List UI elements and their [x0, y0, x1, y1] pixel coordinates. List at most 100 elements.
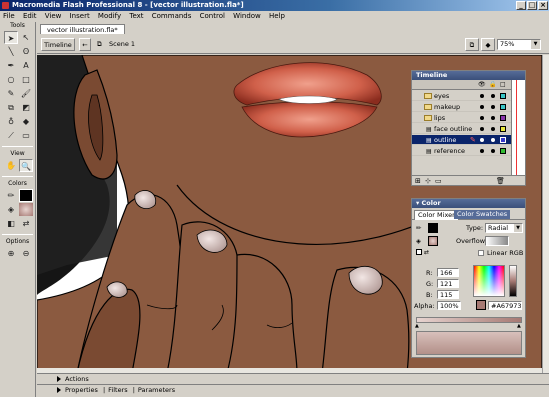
lock-icon[interactable]: 🔒: [489, 81, 496, 88]
playhead[interactable]: [516, 80, 517, 176]
layer-color-box[interactable]: [500, 126, 506, 132]
layer-row[interactable]: ▤ reference: [412, 146, 525, 156]
menu-view[interactable]: View: [42, 11, 65, 21]
lasso-tool-icon[interactable]: ʘ: [19, 45, 33, 58]
lock-dot[interactable]: [491, 138, 495, 142]
subselection-tool-icon[interactable]: ↖: [19, 31, 33, 44]
document-tab[interactable]: vector illustration.fla*: [40, 24, 125, 34]
swap-colors-icon[interactable]: ⇄: [19, 217, 33, 230]
zoom-in-icon[interactable]: ⊕: [4, 247, 18, 260]
selection-tool-icon[interactable]: ➤: [4, 31, 18, 44]
lock-dot[interactable]: [491, 116, 495, 120]
edit-scene-icon[interactable]: ⧉: [465, 38, 479, 51]
timeline-frames[interactable]: [511, 80, 525, 176]
layer-row[interactable]: eyes: [412, 91, 525, 101]
stroke-swatch[interactable]: [428, 223, 438, 233]
menu-help[interactable]: Help: [266, 11, 288, 21]
layer-color-box[interactable]: [500, 104, 506, 110]
menu-commands[interactable]: Commands: [149, 11, 195, 21]
layer-row-selected[interactable]: ▤ outline ✎: [412, 135, 525, 145]
insert-layer-icon[interactable]: ⊞: [415, 177, 421, 185]
layer-color-box[interactable]: [500, 115, 506, 121]
b-field[interactable]: 115: [437, 290, 459, 299]
tab-color-mixer[interactable]: Color Mixer: [414, 210, 459, 220]
layer-row[interactable]: lips: [412, 113, 525, 123]
edit-symbols-icon[interactable]: ◆: [481, 38, 495, 51]
gradient-bar[interactable]: [416, 317, 522, 323]
stroke-color-icon[interactable]: ✏: [4, 189, 18, 202]
pencil-tool-icon[interactable]: ✎: [4, 87, 18, 100]
properties-panel-header[interactable]: Properties | Filters | Parameters: [37, 384, 549, 395]
overflow-select[interactable]: [485, 236, 509, 246]
fill-swatch[interactable]: [428, 236, 438, 246]
outline-icon[interactable]: □: [500, 81, 506, 88]
layer-color-box[interactable]: [500, 93, 506, 99]
ink-bottle-tool-icon[interactable]: ♁: [4, 115, 18, 128]
layer-row[interactable]: ▤ face outline: [412, 124, 525, 134]
free-transform-tool-icon[interactable]: ⧉: [4, 101, 18, 114]
minimize-button[interactable]: _: [516, 1, 526, 10]
layer-row[interactable]: makeup: [412, 102, 525, 112]
pen-tool-icon[interactable]: ✒: [4, 59, 18, 72]
lock-dot[interactable]: [491, 94, 495, 98]
menu-control[interactable]: Control: [197, 11, 228, 21]
timeline-panel-title[interactable]: Timeline: [412, 71, 525, 80]
zoom-select[interactable]: 75% ▼: [497, 39, 541, 50]
zoom-out-icon[interactable]: ⊖: [19, 247, 33, 260]
chevron-down-icon[interactable]: ▼: [514, 224, 522, 232]
add-guide-icon[interactable]: ⊹: [425, 177, 431, 185]
visibility-dot[interactable]: [480, 105, 484, 109]
eye-icon[interactable]: 👁: [478, 81, 486, 88]
brush-tool-icon[interactable]: 🖌: [19, 87, 33, 100]
brightness-slider[interactable]: [509, 265, 517, 297]
type-select[interactable]: Radial ▼: [485, 223, 523, 233]
linear-rgb-checkbox[interactable]: [478, 250, 484, 256]
rectangle-tool-icon[interactable]: □: [19, 73, 33, 86]
black-white-icon[interactable]: [416, 249, 422, 255]
gradient-stop-right[interactable]: ▲: [517, 323, 521, 329]
maximize-button[interactable]: □: [527, 1, 537, 10]
tab-properties[interactable]: Properties: [65, 386, 98, 394]
visibility-dot[interactable]: [480, 149, 484, 153]
stroke-color-swatch[interactable]: [19, 189, 33, 202]
color-picker[interactable]: [473, 265, 505, 297]
delete-layer-icon[interactable]: 🗑: [496, 177, 505, 185]
menu-insert[interactable]: Insert: [67, 11, 93, 21]
insert-folder-icon[interactable]: ▭: [435, 177, 442, 185]
lock-dot[interactable]: [491, 127, 495, 131]
eyedropper-tool-icon[interactable]: ⟋: [4, 129, 18, 142]
close-button[interactable]: ×: [538, 1, 548, 10]
hex-field[interactable]: #A67973: [488, 301, 522, 310]
lock-dot[interactable]: [491, 105, 495, 109]
menu-modify[interactable]: Modify: [95, 11, 124, 21]
alpha-field[interactable]: 100%: [437, 301, 461, 310]
back-arrow-icon[interactable]: ←: [79, 38, 91, 51]
black-white-icon[interactable]: ◧: [4, 217, 18, 230]
text-tool-icon[interactable]: A: [19, 59, 33, 72]
timeline-toggle-button[interactable]: Timeline: [41, 38, 75, 51]
zoom-tool-icon[interactable]: 🔍: [19, 159, 33, 172]
tab-filters[interactable]: Filters: [108, 386, 127, 394]
chevron-down-icon[interactable]: ▼: [531, 40, 540, 49]
tab-parameters[interactable]: Parameters: [138, 386, 175, 394]
visibility-dot[interactable]: [480, 138, 484, 142]
fill-transform-tool-icon[interactable]: ◩: [19, 101, 33, 114]
visibility-dot[interactable]: [480, 116, 484, 120]
r-field[interactable]: 166: [437, 268, 459, 277]
layer-color-box[interactable]: [500, 148, 506, 154]
hand-tool-icon[interactable]: ✋: [4, 159, 18, 172]
eraser-tool-icon[interactable]: ▭: [19, 129, 33, 142]
menu-file[interactable]: File: [0, 11, 18, 21]
gradient-stop-left[interactable]: ▲: [415, 323, 419, 329]
oval-tool-icon[interactable]: ○: [4, 73, 18, 86]
vertical-scrollbar[interactable]: [542, 55, 549, 373]
tab-color-swatches[interactable]: Color Swatches: [454, 210, 511, 219]
color-panel-header[interactable]: ▾ Color: [412, 199, 525, 208]
menu-text[interactable]: Text: [126, 11, 146, 21]
lock-dot[interactable]: [491, 149, 495, 153]
fill-color-icon[interactable]: ◈: [4, 203, 18, 216]
line-tool-icon[interactable]: ╲: [4, 45, 18, 58]
visibility-dot[interactable]: [480, 94, 484, 98]
layer-color-box[interactable]: [500, 137, 506, 143]
visibility-dot[interactable]: [480, 127, 484, 131]
